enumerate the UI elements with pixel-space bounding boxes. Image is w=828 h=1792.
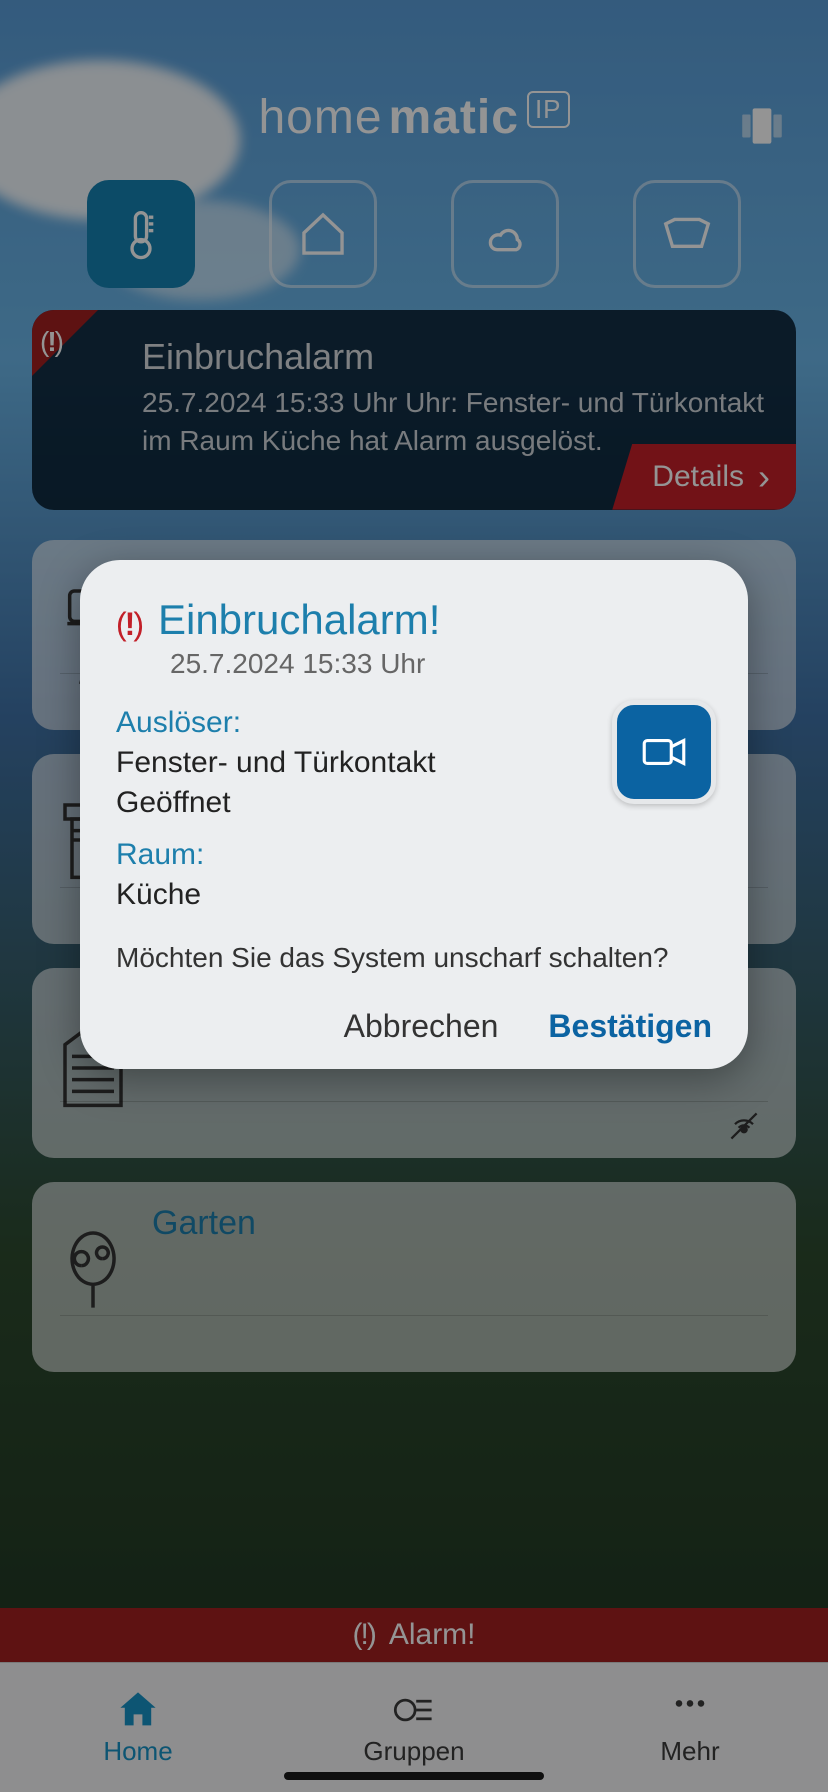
room-value: Küche (116, 878, 712, 912)
cancel-button[interactable]: Abbrechen (344, 1008, 499, 1045)
room-label: Raum: (116, 838, 712, 872)
camera-button[interactable] (612, 700, 716, 804)
dialog-title: Einbruchalarm! (158, 596, 440, 644)
confirm-button[interactable]: Bestätigen (548, 1008, 712, 1045)
alert-icon: (!) (116, 606, 142, 643)
alarm-dialog: (!) Einbruchalarm! 25.7.2024 15:33 Uhr A… (80, 560, 748, 1069)
app-screen: homematic IP (!) Einbruchalarm 25.7.2024… (0, 0, 828, 1792)
dialog-question: Möchten Sie das System unscharf schalten… (116, 942, 712, 974)
dialog-date: 25.7.2024 15:33 Uhr (170, 648, 712, 680)
